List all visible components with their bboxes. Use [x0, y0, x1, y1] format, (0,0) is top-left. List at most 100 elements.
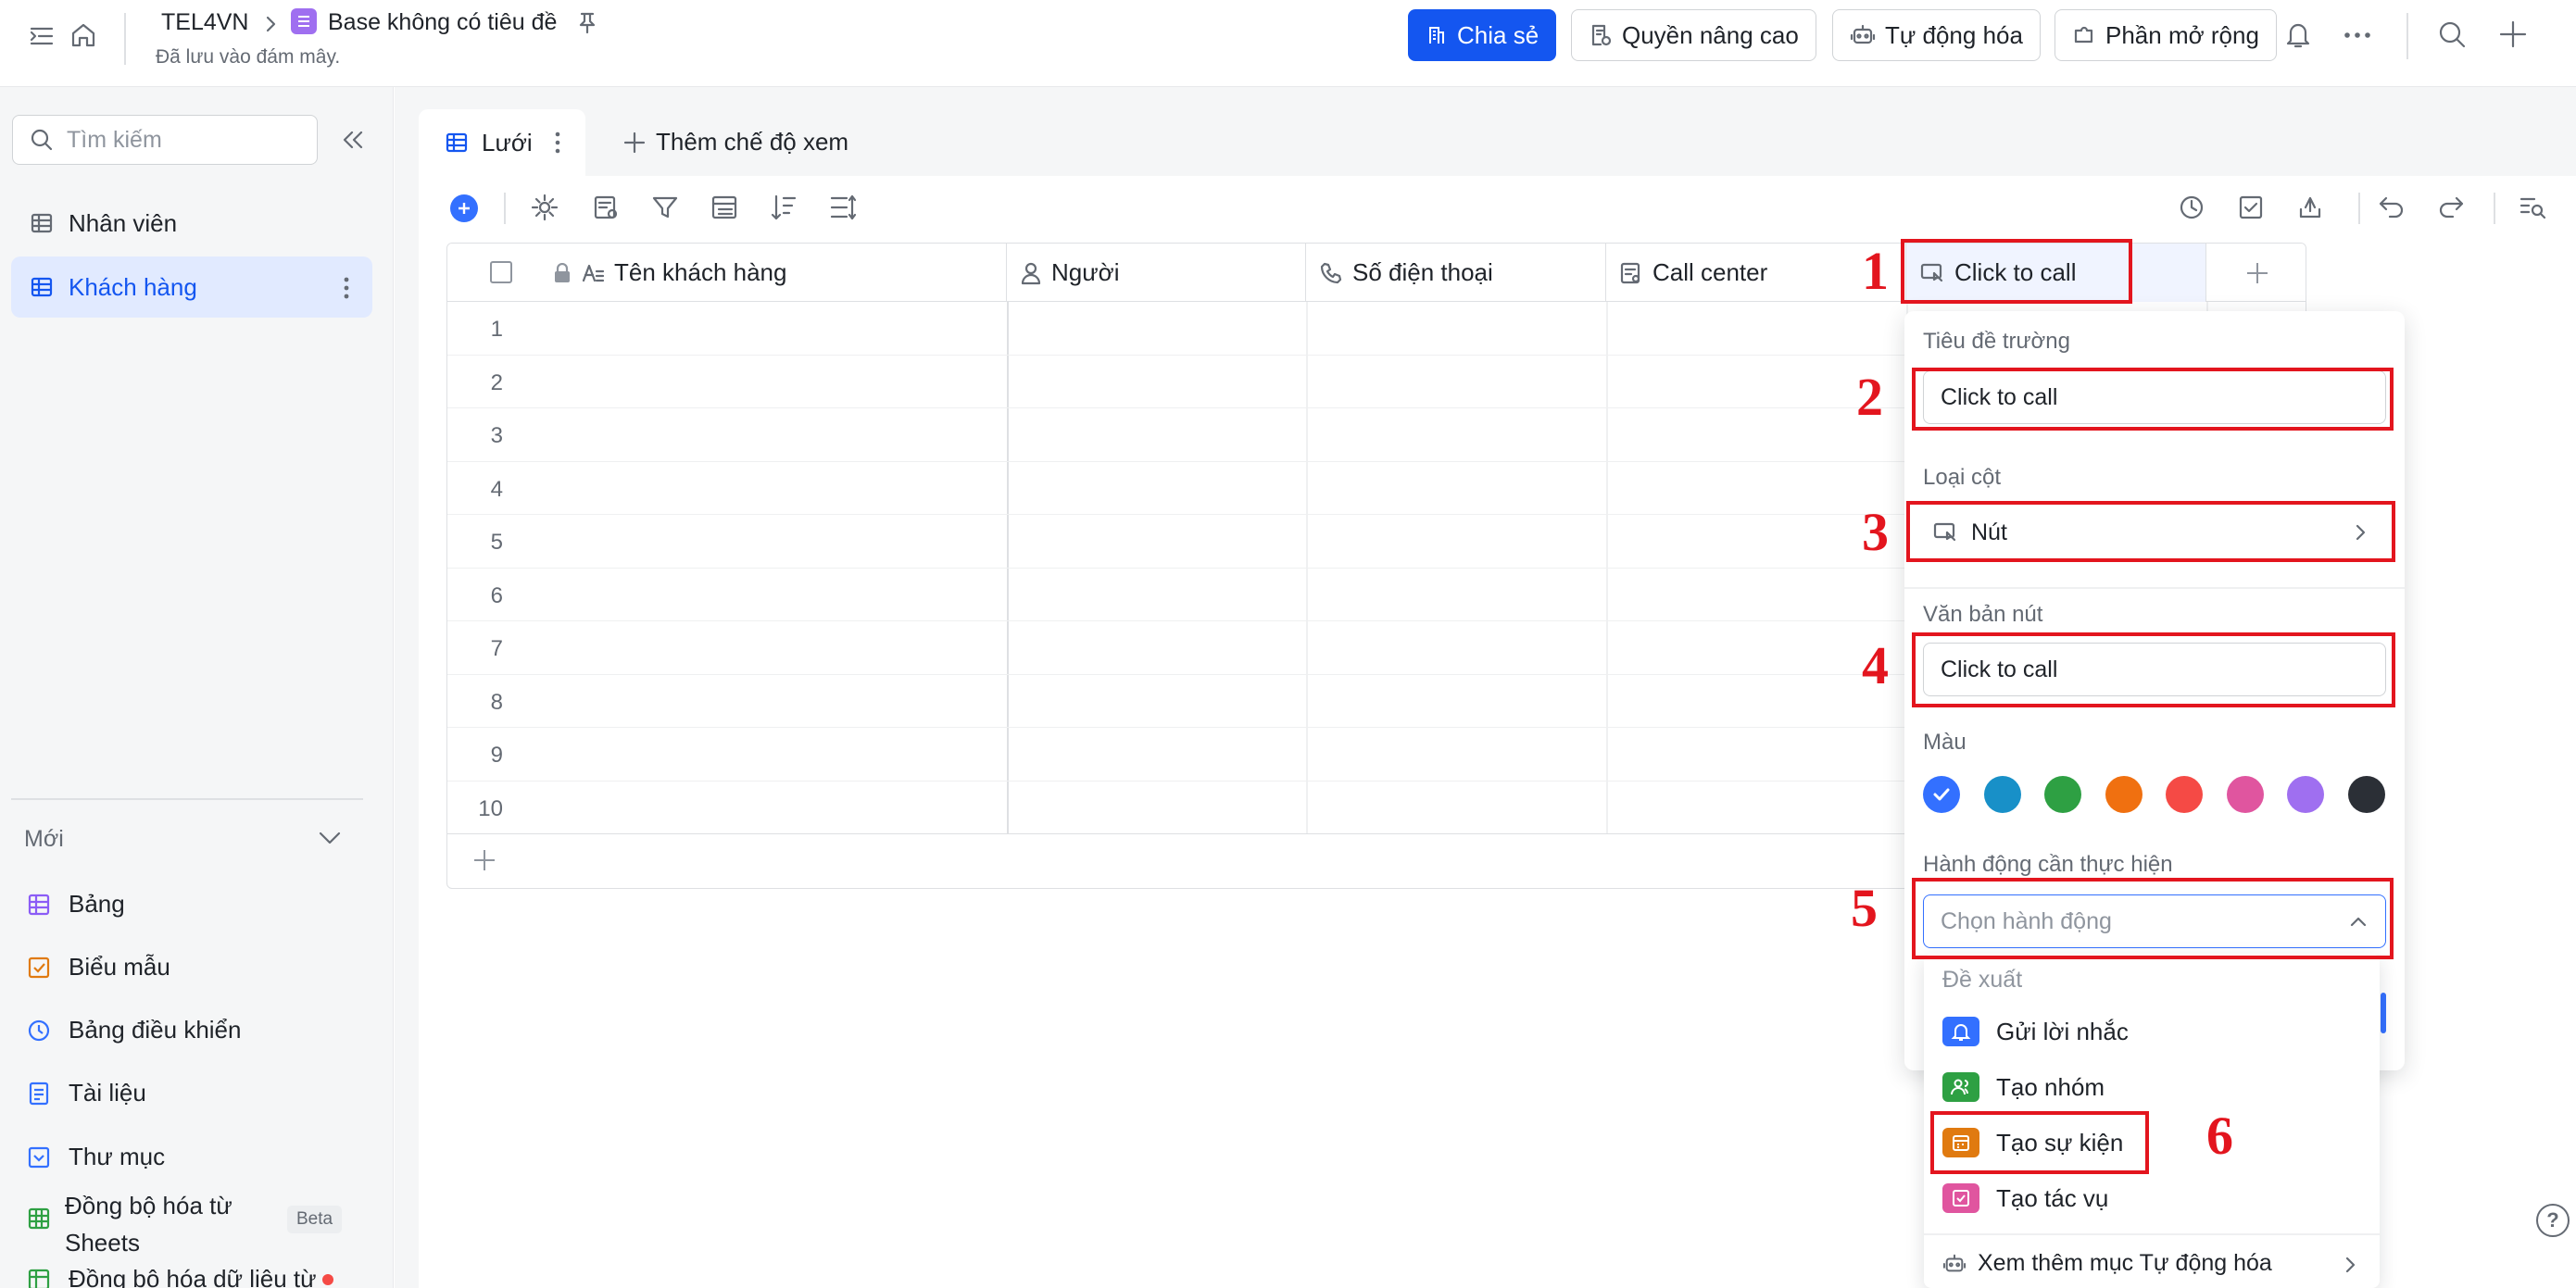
- row-number: 7: [490, 636, 503, 661]
- permission-icon: [1591, 24, 1612, 46]
- color-picker: [1923, 776, 2386, 813]
- column-label: Người: [1051, 258, 1120, 286]
- color-swatch[interactable]: [1923, 776, 1960, 813]
- saved-status: Đã lưu vào đám mây.: [156, 46, 341, 68]
- help-icon[interactable]: ?: [2536, 1204, 2570, 1237]
- automation-label: Tự động hóa: [1885, 20, 2023, 49]
- chevron-right-icon: [2341, 1254, 2359, 1276]
- dashboard-icon: [28, 1019, 50, 1041]
- more-vertical-icon[interactable]: [341, 274, 352, 302]
- robot-icon: [1850, 24, 1876, 44]
- tab-more-icon[interactable]: [552, 130, 563, 156]
- column-header-customer-name[interactable]: Tên khách hàng: [540, 244, 1007, 302]
- chevron-down-icon[interactable]: [315, 824, 345, 852]
- annotation-box-6: [1930, 1111, 2149, 1174]
- field-config-icon[interactable]: [591, 193, 624, 226]
- collapse-sidebar-icon[interactable]: [28, 22, 56, 50]
- action-label: Gửi lời nhắc: [1996, 1017, 2129, 1045]
- annotation-number-6: 6: [2206, 1106, 2233, 1166]
- table-icon: [31, 277, 53, 297]
- action-send-reminder[interactable]: Gửi lời nhắc: [1942, 1017, 2129, 1046]
- undo-icon[interactable]: [2377, 193, 2410, 226]
- new-item-label: Bảng điều khiển: [69, 1016, 242, 1044]
- new-doc-item[interactable]: Tài liệu: [26, 1079, 146, 1107]
- color-swatch[interactable]: [2044, 776, 2081, 813]
- new-form-item[interactable]: Biểu mẫu: [26, 953, 170, 982]
- new-dashboard-item[interactable]: Bảng điều khiển: [26, 1016, 241, 1044]
- task-check-icon[interactable]: [2236, 193, 2269, 226]
- action-create-task[interactable]: Tạo tác vụ: [1942, 1183, 2108, 1213]
- add-record-icon[interactable]: [450, 194, 478, 222]
- new-sheets-sync-item[interactable]: [26, 1206, 52, 1232]
- divider: [11, 798, 363, 800]
- breadcrumb-workspace[interactable]: TEL4VN: [161, 9, 248, 36]
- share-label: Chia sẻ: [1457, 20, 1539, 49]
- redo-icon[interactable]: [2436, 193, 2469, 226]
- share-button[interactable]: Chia sẻ: [1408, 9, 1557, 61]
- form-icon: [28, 957, 50, 978]
- annotation-number-1: 1: [1862, 241, 1889, 301]
- new-item-label: Thư mục: [69, 1143, 166, 1170]
- collapse-double-chevron-icon[interactable]: [339, 126, 367, 154]
- search-records-icon[interactable]: [2518, 193, 2551, 226]
- divider: [504, 193, 506, 224]
- color-swatch[interactable]: [1983, 776, 2021, 813]
- phone-icon: [1320, 262, 1342, 283]
- extensions-label: Phần mở rộng: [2105, 20, 2259, 49]
- color-swatch[interactable]: [2105, 776, 2142, 813]
- annotation-number-5: 5: [1851, 878, 1878, 938]
- sidebar-item-khach-hang[interactable]: Khách hàng: [11, 256, 372, 318]
- search-input[interactable]: Tìm kiếm: [12, 115, 318, 165]
- notification-dot: [321, 1273, 333, 1285]
- sidebar-item-nhan-vien[interactable]: Nhân viên: [11, 193, 372, 254]
- plus-icon[interactable]: [2497, 19, 2529, 50]
- row-number: 3: [490, 423, 503, 448]
- tab-label: Lưới: [482, 128, 533, 156]
- new-folder-item[interactable]: Thư mục: [26, 1143, 165, 1171]
- select-all-checkbox[interactable]: [490, 261, 512, 283]
- check-icon: [1933, 788, 1950, 801]
- add-row-icon[interactable]: [471, 847, 497, 873]
- history-icon[interactable]: [2177, 193, 2210, 226]
- add-view-button[interactable]: Thêm chế độ xem: [622, 128, 848, 156]
- plus-icon: [623, 131, 646, 153]
- sheets-icon: [28, 1207, 50, 1230]
- divider: [1924, 1233, 2380, 1235]
- folder-icon: [28, 1146, 50, 1168]
- bell-icon[interactable]: [2284, 20, 2312, 50]
- extensions-button[interactable]: Phần mở rộng: [2055, 9, 2277, 61]
- filter-icon[interactable]: [650, 193, 684, 226]
- search-icon[interactable]: [2436, 19, 2468, 50]
- base-title[interactable]: Base không có tiêu đề: [328, 9, 557, 36]
- action-create-group[interactable]: Tạo nhóm: [1942, 1072, 2105, 1102]
- annotation-number-4: 4: [1862, 635, 1889, 695]
- annotation-box-4: [1912, 632, 2395, 707]
- sheets-sync-line1: Đồng bộ hóa từ: [65, 1192, 232, 1219]
- column-header-person[interactable]: Người: [1007, 244, 1306, 302]
- new-table-item[interactable]: Bảng: [26, 890, 125, 919]
- sort-icon[interactable]: [769, 193, 802, 226]
- new-data-sync-item[interactable]: Đồng bộ hóa dữ liệu từ: [26, 1265, 333, 1288]
- row-number: 1: [490, 317, 503, 342]
- action-label: Tạo tác vụ: [1996, 1183, 2109, 1212]
- row-height-icon[interactable]: [828, 193, 861, 226]
- button-text-label: Văn bản nút: [1923, 602, 2043, 627]
- color-swatch[interactable]: [2226, 776, 2264, 813]
- color-swatch[interactable]: [2287, 776, 2324, 813]
- share-out-icon[interactable]: [2295, 193, 2329, 226]
- more-icon[interactable]: [2342, 20, 2373, 50]
- group-icon[interactable]: [710, 193, 743, 226]
- color-swatch[interactable]: [2347, 776, 2385, 813]
- color-swatch[interactable]: [2166, 776, 2203, 813]
- home-icon[interactable]: [69, 20, 98, 50]
- settings-icon[interactable]: [530, 193, 563, 226]
- row-number: 2: [490, 369, 503, 395]
- advanced-permissions-button[interactable]: Quyền nâng cao: [1571, 9, 1816, 61]
- row-number: 6: [490, 582, 503, 608]
- sidebar-item-label: Nhân viên: [69, 208, 178, 237]
- more-automation-link[interactable]: Xem thêm mục Tự động hóa: [1942, 1250, 2272, 1277]
- add-column-button[interactable]: [2206, 244, 2306, 302]
- pin-icon[interactable]: [574, 9, 600, 35]
- column-header-phone[interactable]: Số điện thoại: [1306, 244, 1606, 302]
- automation-button[interactable]: Tự động hóa: [1832, 9, 2041, 61]
